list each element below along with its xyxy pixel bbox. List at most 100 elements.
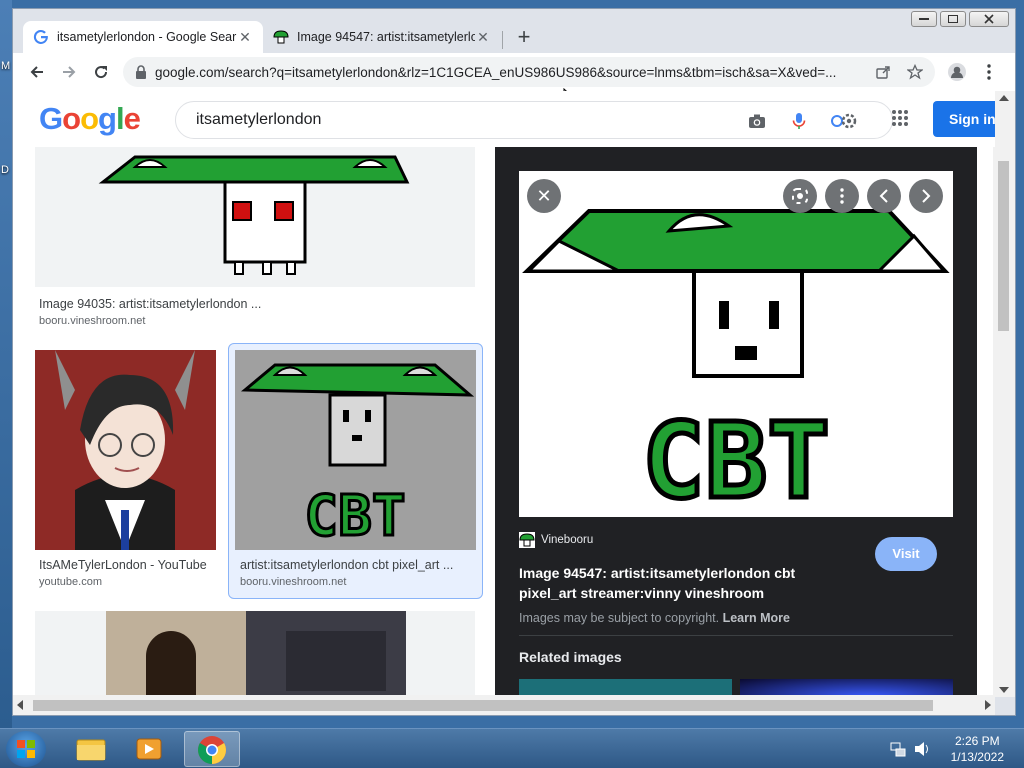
result-source: youtube.com	[39, 576, 102, 588]
browser-toolbar: google.com/search?q=itsametylerlondon&rl…	[13, 53, 1015, 91]
sign-in-button[interactable]: Sign in	[933, 101, 995, 137]
mushroom-favicon-icon	[273, 30, 289, 44]
url-text: google.com/search?q=itsametylerlondon&rl…	[155, 64, 837, 80]
scrollbar-thumb[interactable]	[33, 700, 933, 711]
lens-search-button[interactable]	[783, 179, 817, 213]
visit-button[interactable]: Visit	[875, 537, 937, 571]
forward-button[interactable]	[55, 58, 83, 86]
media-player-icon	[136, 738, 162, 760]
scroll-down-icon[interactable]	[999, 687, 1009, 693]
logo-letter: G	[39, 101, 63, 136]
logo-letter: o	[62, 101, 81, 136]
image-preview-panel: CBT ✕ Vinebooru Image 94547: artist:itsa…	[495, 147, 977, 697]
taskbar-media-player[interactable]	[122, 731, 178, 767]
divider	[519, 635, 953, 636]
preview-image[interactable]: CBT	[519, 171, 953, 517]
camera-icon[interactable]	[748, 112, 766, 130]
vinebooru-favicon-icon	[519, 532, 535, 548]
scroll-right-icon[interactable]	[985, 700, 991, 710]
share-icon[interactable]	[875, 64, 891, 80]
tab-divider	[502, 31, 503, 49]
chevron-right-icon	[922, 189, 931, 203]
site-name[interactable]: Vinebooru	[541, 534, 593, 546]
more-vert-icon	[987, 64, 991, 80]
result-source: booru.vineshroom.net	[240, 576, 347, 588]
scroll-up-icon[interactable]	[999, 95, 1009, 101]
result-image-1[interactable]	[35, 147, 475, 287]
more-options-button[interactable]	[825, 179, 859, 213]
desktop-icon-label: D	[1, 164, 9, 176]
close-tab-icon[interactable]: ✕	[475, 29, 491, 46]
desktop-edge: M D	[0, 0, 12, 728]
search-settings-icon[interactable]	[830, 112, 858, 130]
learn-more-link[interactable]: Learn More	[723, 611, 790, 625]
volume-icon[interactable]	[914, 741, 932, 757]
profile-button[interactable]	[943, 58, 971, 86]
result-image-3[interactable]: CBT	[235, 350, 476, 550]
tab-strip: itsametylerlondon - Google Sear ✕ Image …	[13, 17, 1015, 53]
logo-letter: o	[80, 101, 99, 136]
tab-title: Image 94547: artist:itsametylerlor	[297, 30, 475, 44]
browser-window: itsametylerlondon - Google Sear ✕ Image …	[12, 8, 1016, 716]
previous-image-button[interactable]	[867, 179, 901, 213]
result-image-2[interactable]	[35, 350, 216, 550]
reload-button[interactable]	[87, 58, 115, 86]
logo-letter: e	[123, 101, 141, 136]
new-tab-button[interactable]: +	[513, 26, 535, 49]
google-apps-icon[interactable]	[891, 109, 909, 127]
search-input[interactable]: itsametylerlondon	[175, 101, 893, 139]
bookmark-star-icon[interactable]	[907, 64, 923, 80]
google-favicon-icon	[33, 29, 48, 44]
chevron-left-icon	[879, 189, 888, 203]
chrome-icon	[198, 736, 226, 764]
google-header: Google itsametylerlondon Sign in	[13, 91, 995, 147]
clock-date: 1/13/2022	[950, 750, 1004, 764]
profile-avatar-icon	[948, 63, 966, 81]
copyright-text: Images may be subject to copyright.	[519, 611, 720, 625]
scroll-left-icon[interactable]	[17, 700, 23, 710]
taskbar-chrome[interactable]	[184, 731, 240, 767]
reload-icon	[95, 66, 108, 79]
copyright-notice: Images may be subject to copyright. Lear…	[519, 611, 790, 625]
windows-logo-icon	[17, 740, 35, 758]
page-content: Google itsametylerlondon Sign in Image 9…	[13, 91, 995, 697]
tab-title: itsametylerlondon - Google Sear	[57, 30, 237, 44]
cbt-thumbnail-text: CBT	[304, 484, 405, 549]
close-preview-button[interactable]: ✕	[527, 179, 561, 213]
tab-image-page[interactable]: Image 94547: artist:itsametylerlor ✕	[263, 21, 501, 53]
horizontal-scrollbar[interactable]	[13, 695, 995, 715]
result-title[interactable]: Image 94035: artist:itsametylerlondon ..…	[39, 297, 261, 311]
search-query: itsametylerlondon	[196, 111, 322, 128]
preview-title[interactable]: Image 94547: artist:itsametylerlondon cb…	[519, 563, 839, 603]
google-lens-icon	[792, 188, 808, 204]
next-image-button[interactable]	[909, 179, 943, 213]
desktop-icon-label: M	[1, 60, 11, 72]
logo-letter: l	[115, 101, 125, 136]
taskbar-explorer[interactable]	[62, 731, 118, 767]
result-title[interactable]: artist:itsametylerlondon cbt pixel_art .…	[240, 558, 453, 572]
browser-menu-button[interactable]	[975, 58, 1003, 86]
address-bar[interactable]: google.com/search?q=itsametylerlondon&rl…	[123, 57, 935, 87]
cbt-preview-text: CBT	[642, 400, 830, 517]
system-clock[interactable]: 2:26 PM 1/13/2022	[951, 733, 1004, 765]
microphone-icon[interactable]	[790, 112, 808, 130]
taskbar: 2:26 PM 1/13/2022	[0, 728, 1024, 768]
logo-letter: g	[98, 101, 117, 136]
related-images-heading: Related images	[519, 649, 622, 665]
result-image-4[interactable]	[35, 611, 475, 697]
result-source: booru.vineshroom.net	[39, 315, 146, 327]
result-title[interactable]: ItsAMeTylerLondon - YouTube	[39, 558, 207, 572]
start-button[interactable]	[6, 731, 46, 767]
clock-time: 2:26 PM	[954, 734, 1000, 748]
lock-icon	[136, 65, 146, 79]
forward-arrow-icon	[63, 66, 76, 78]
google-logo[interactable]: Google	[39, 101, 141, 137]
vertical-scrollbar[interactable]	[993, 91, 1015, 697]
back-arrow-icon	[30, 66, 43, 78]
back-button[interactable]	[23, 58, 51, 86]
close-tab-icon[interactable]: ✕	[237, 29, 253, 46]
scrollbar-thumb[interactable]	[998, 161, 1009, 331]
network-icon[interactable]	[890, 741, 906, 757]
more-vert-icon	[840, 188, 844, 204]
tab-google-search[interactable]: itsametylerlondon - Google Sear ✕	[23, 21, 263, 53]
